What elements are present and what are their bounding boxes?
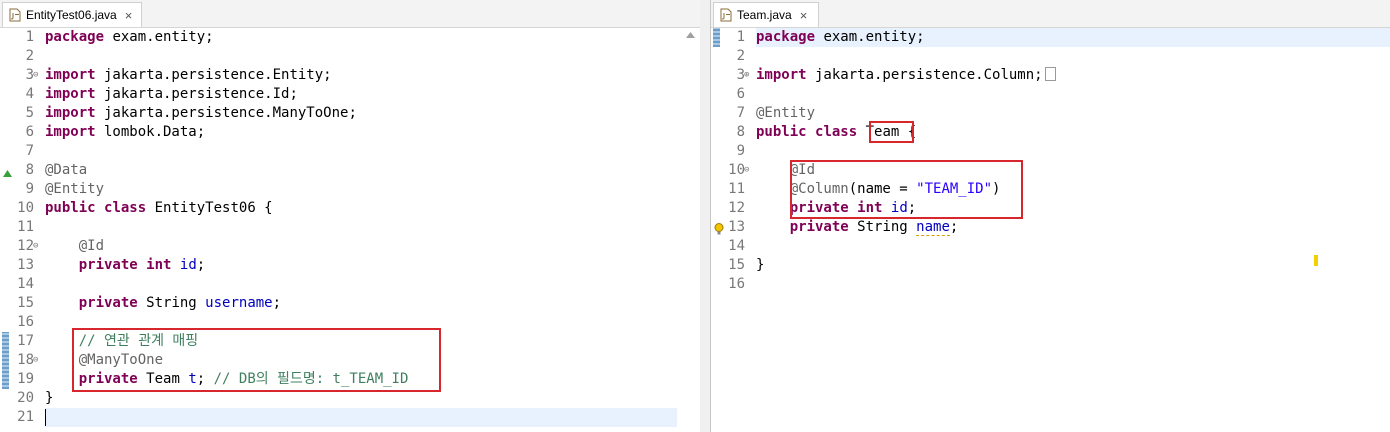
line-number: 4 (25, 86, 34, 102)
line-number: 2 (25, 48, 34, 64)
line-number: 13 (17, 257, 34, 273)
tab-entitytest06[interactable]: EntityTest06.java × (2, 2, 142, 27)
line-number-ruler: 1 2 3 6 7 8 9 10 11 12 13 14 15 16 ⊕ ⊖ (711, 28, 751, 432)
code-line: private int id; (78, 257, 206, 273)
code-line: import jakarta.persistence.Column; (756, 66, 1056, 85)
text-cursor (45, 409, 46, 426)
close-icon[interactable]: × (125, 8, 133, 23)
code-line: import jakarta.persistence.Id; (45, 86, 298, 102)
fold-collapse-icon[interactable]: ⊖ (744, 161, 752, 180)
line-number: 12 (728, 200, 745, 216)
java-file-icon (9, 8, 21, 22)
left-editor-pane: EntityTest06.java × 1 2 3 4 5 6 7 8 9 10… (0, 0, 701, 432)
line-number: 16 (17, 314, 34, 330)
folded-imports-marker[interactable] (1044, 67, 1056, 81)
code-line: import lombok.Data; (45, 124, 206, 140)
line-number: 11 (728, 181, 745, 197)
line-number: 9 (25, 181, 34, 197)
line-number: 6 (736, 86, 745, 102)
line-number: 7 (736, 105, 745, 121)
vertical-scrollbar[interactable] (682, 28, 700, 432)
line-number: 13 (728, 219, 745, 235)
line-number-ruler: 1 2 3 4 5 6 7 8 9 10 11 12 13 14 15 16 1… (0, 28, 40, 432)
highlight-box-id-column (790, 160, 1023, 219)
line-number: 10 (728, 162, 745, 178)
line-number: 19 (17, 371, 34, 387)
right-editor-pane: Team.java × 1 2 3 6 7 8 9 10 11 12 13 14… (710, 0, 1390, 432)
line-number: 1 (736, 29, 745, 45)
line-number: 3 (736, 67, 745, 83)
line-number: 15 (17, 295, 34, 311)
line-number: 14 (728, 238, 745, 254)
code-line: } (756, 257, 765, 273)
line-number: 20 (17, 390, 34, 406)
line-number: 9 (736, 143, 745, 159)
code-line: import jakarta.persistence.Entity; (45, 67, 332, 83)
tab-title: Team.java (737, 8, 792, 22)
line-number: 17 (17, 333, 34, 349)
line-number: 8 (25, 162, 34, 178)
code-line: public class EntityTest06 { (45, 200, 273, 216)
code-line: import jakarta.persistence.ManyToOne; (45, 105, 357, 121)
scroll-up-icon[interactable] (686, 32, 695, 38)
overview-warning-marker[interactable] (1314, 255, 1318, 266)
fold-expand-icon[interactable]: ⊕ (744, 66, 752, 85)
left-tab-bar: EntityTest06.java × (0, 0, 700, 28)
line-number: 18 (17, 352, 34, 368)
java-file-icon (720, 8, 732, 22)
line-number: 10 (17, 200, 34, 216)
line-number: 3 (25, 67, 34, 83)
close-icon[interactable]: × (800, 8, 808, 23)
line-number: 15 (728, 257, 745, 273)
pane-splitter[interactable] (700, 0, 710, 432)
right-tab-bar: Team.java × (711, 0, 1390, 28)
code-line: package exam.entity; (756, 29, 925, 45)
line-number: 7 (25, 143, 34, 159)
highlight-box-manytoone (72, 328, 441, 392)
line-number: 21 (17, 409, 34, 425)
code-line: @Id (45, 238, 105, 254)
highlight-box-team-class (869, 121, 914, 143)
fold-collapse-icon[interactable]: ⊖ (33, 66, 41, 85)
code-line: private String name; (789, 219, 959, 236)
line-number: 8 (736, 124, 745, 140)
right-code-editor[interactable]: 1 2 3 6 7 8 9 10 11 12 13 14 15 16 ⊕ ⊖ p… (711, 28, 1390, 432)
line-number: 11 (17, 219, 34, 235)
code-line: package exam.entity; (45, 29, 214, 45)
warning-bulb-icon[interactable] (714, 220, 724, 239)
tab-team[interactable]: Team.java × (713, 2, 819, 27)
line-number: 5 (25, 105, 34, 121)
line-number: 6 (25, 124, 34, 140)
left-code-editor[interactable]: 1 2 3 4 5 6 7 8 9 10 11 12 13 14 15 16 1… (0, 28, 700, 432)
fold-collapse-icon[interactable]: ⊖ (33, 351, 41, 370)
code-line: @Entity (45, 181, 105, 197)
code-line: @Data (45, 162, 88, 178)
override-triangle-icon (3, 163, 12, 182)
line-number: 12 (17, 238, 34, 254)
line-number: 14 (17, 276, 34, 292)
tab-title: EntityTest06.java (26, 8, 117, 22)
fold-collapse-icon[interactable]: ⊖ (33, 237, 41, 256)
code-line: @Entity (756, 105, 816, 121)
code-area[interactable]: package exam.entity; import jakarta.pers… (756, 28, 1371, 432)
line-number: 2 (736, 48, 745, 64)
line-number: 1 (25, 29, 34, 45)
line-number: 16 (728, 276, 745, 292)
code-line: private String username; (78, 295, 282, 311)
code-line: } (45, 390, 54, 406)
